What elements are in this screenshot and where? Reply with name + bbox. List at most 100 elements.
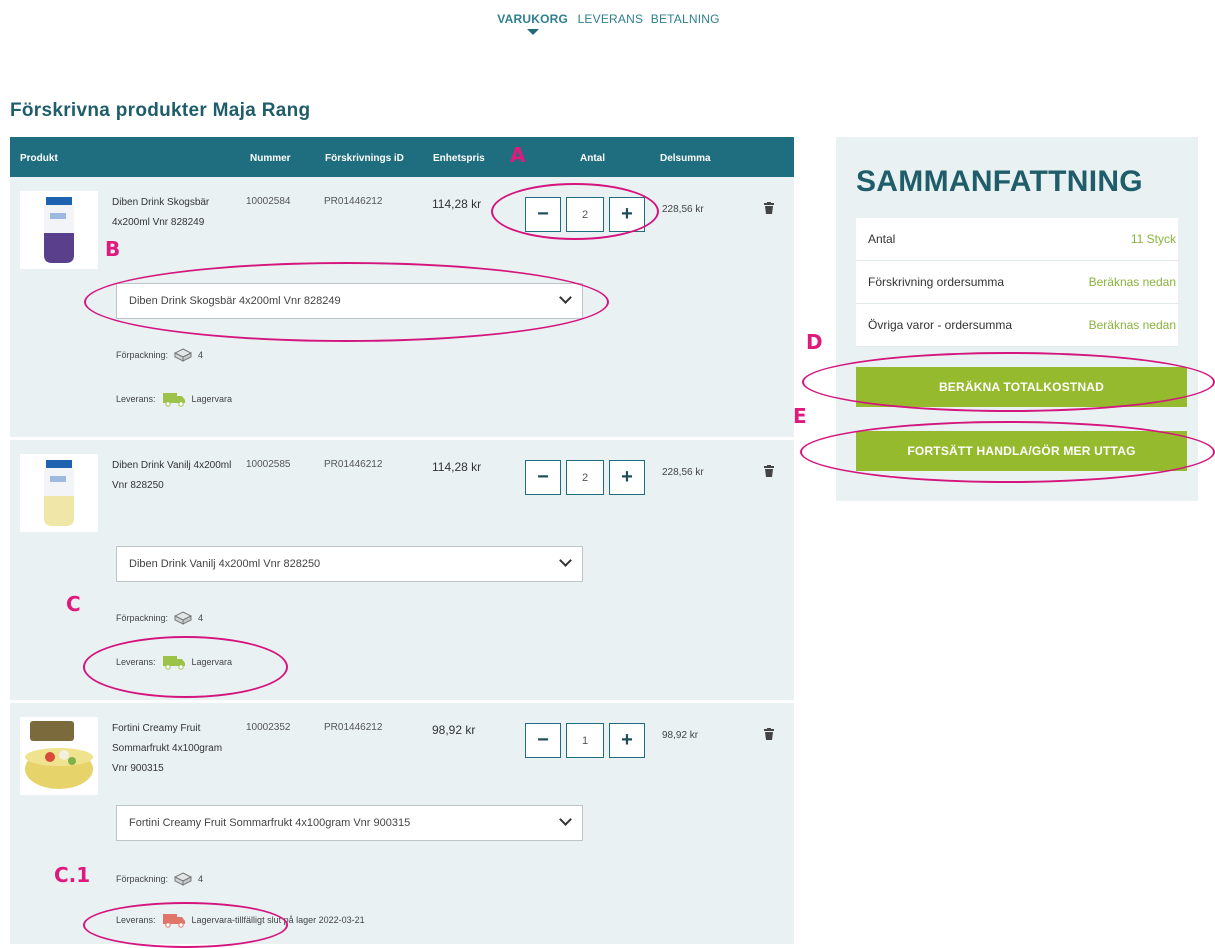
delivery-status: Lagervara-tillfälligt slut på lager 2022… [191, 915, 365, 925]
unit-price: 114,28 kr [432, 197, 482, 211]
delivery-truck-icon [162, 914, 185, 928]
subtotal: 228,56 kr [662, 204, 704, 215]
increase-button[interactable]: + [609, 723, 645, 758]
prescription-id: PR01446212 [324, 459, 383, 470]
header-prescription-id: Förskrivnings iD [325, 153, 404, 164]
delivery-truck-icon [162, 393, 185, 407]
summary-row: Övriga varor - ordersumma Beräknas nedan [856, 304, 1178, 347]
delivery-info: Leverans: Lagervara [116, 654, 232, 670]
summary-title: SAMMANFATTNING [856, 165, 1143, 198]
increase-button[interactable]: + [609, 197, 645, 232]
trash-icon[interactable] [764, 465, 774, 480]
annotation-c1: C.1 [54, 863, 91, 887]
table-row: Diben Drink Vanilj 4x200ml Vnr 828250 10… [10, 440, 794, 703]
package-icon [174, 348, 193, 362]
unit-price: 98,92 kr [432, 723, 476, 737]
package-icon [174, 872, 193, 886]
delivery-status: Lagervara [191, 657, 233, 667]
annotation-d: D [806, 330, 823, 354]
header-quantity: Antal [580, 153, 605, 164]
quantity-stepper: − 1 + [525, 723, 645, 758]
continue-shopping-button[interactable]: FORTSÄTT HANDLA/GÖR MER UTTAG [856, 431, 1187, 471]
annotation-e: E [793, 404, 807, 428]
quantity-stepper: − 2 + [525, 460, 645, 495]
chevron-down-icon [559, 813, 572, 826]
chevron-down-icon [559, 291, 572, 304]
packaging-info: Förpackning: 4 [116, 611, 203, 625]
quantity-input[interactable]: 1 [566, 723, 604, 758]
summary-row-label: Antal [868, 232, 896, 246]
table-row: Fortini Creamy Fruit Sommarfrukt 4x100gr… [10, 703, 794, 947]
variant-select-value: Diben Drink Vanilj 4x200ml Vnr 828250 [129, 558, 321, 570]
cart-table: Produkt Nummer Förskrivnings iD Enhetspr… [10, 137, 794, 947]
product-image [20, 717, 98, 795]
decrease-button[interactable]: − [525, 723, 561, 758]
delivery-label: Leverans: [116, 657, 156, 667]
packaging-label: Förpackning: [116, 874, 169, 884]
increase-button[interactable]: + [609, 460, 645, 495]
annotation-a: A [510, 143, 526, 167]
packaging-count: 4 [198, 874, 204, 884]
header-number: Nummer [250, 153, 291, 164]
summary-row-value: Beräknas nedan [1088, 318, 1176, 332]
summary-row-label: Förskrivning ordersumma [868, 275, 1005, 289]
step-payment[interactable]: BETALNING [651, 12, 720, 26]
step-cart[interactable]: VARUKORG [495, 12, 570, 35]
packaging-count: 4 [198, 350, 204, 360]
table-header: Produkt Nummer Förskrivnings iD Enhetspr… [10, 137, 794, 177]
packaging-label: Förpackning: [116, 613, 169, 623]
table-row: Diben Drink Skogsbär 4x200ml Vnr 828249 … [10, 177, 794, 440]
delivery-status: Lagervara [191, 394, 233, 404]
quantity-input[interactable]: 2 [566, 197, 604, 232]
variant-select[interactable]: Diben Drink Vanilj 4x200ml Vnr 828250 [116, 546, 583, 582]
variant-select-value: Diben Drink Skogsbär 4x200ml Vnr 828249 [129, 295, 341, 307]
quantity-input[interactable]: 2 [566, 460, 604, 495]
subtotal: 228,56 kr [662, 467, 704, 478]
header-unit-price: Enhetspris [433, 153, 485, 164]
prescription-id: PR01446212 [324, 722, 383, 733]
summary-row: Antal 11 Styck [856, 218, 1178, 261]
decrease-button[interactable]: − [525, 197, 561, 232]
calculate-total-button[interactable]: BERÄKNA TOTALKOSTNAD [856, 367, 1187, 407]
summary-row-value: Beräknas nedan [1088, 275, 1176, 289]
summary-table: Antal 11 Styck Förskrivning ordersumma Ber… [856, 218, 1178, 347]
annotation-b: B [105, 237, 121, 261]
product-number: 10002352 [246, 722, 291, 733]
trash-icon[interactable] [764, 728, 774, 743]
variant-select[interactable]: Fortini Creamy Fruit Sommarfrukt 4x100gr… [116, 805, 583, 841]
trash-icon[interactable] [764, 202, 774, 217]
checkout-steps: VARUKORG LEVERANS BETALNING [0, 12, 1215, 35]
step-delivery[interactable]: LEVERANS [578, 12, 644, 26]
header-product: Produkt [20, 153, 58, 164]
product-number: 10002585 [246, 459, 291, 470]
chevron-down-icon [559, 554, 572, 567]
delivery-label: Leverans: [116, 394, 156, 404]
summary-row: Förskrivning ordersumma Beräknas nedan [856, 261, 1178, 304]
product-name[interactable]: Diben Drink Vanilj 4x200ml Vnr 828250 [112, 456, 237, 496]
prescription-id: PR01446212 [324, 196, 383, 207]
delivery-truck-icon [162, 656, 185, 670]
product-name[interactable]: Diben Drink Skogsbär 4x200ml Vnr 828249 [112, 193, 237, 233]
annotation-c: C [66, 592, 81, 616]
page-title: Förskrivna produkter Maja Rang [10, 100, 311, 121]
summary-row-value: 11 Styck [1130, 232, 1176, 246]
variant-select-value: Fortini Creamy Fruit Sommarfrukt 4x100gr… [129, 817, 411, 829]
packaging-label: Förpackning: [116, 350, 169, 360]
packaging-info: Förpackning: 4 [116, 872, 203, 886]
product-name[interactable]: Fortini Creamy Fruit Sommarfrukt 4x100gr… [112, 719, 237, 779]
unit-price: 114,28 kr [432, 460, 482, 474]
packaging-count: 4 [198, 613, 204, 623]
active-step-caret-icon [526, 29, 539, 35]
decrease-button[interactable]: − [525, 460, 561, 495]
delivery-info: Leverans: Lagervara-tillfälligt slut på … [116, 912, 365, 928]
delivery-label: Leverans: [116, 915, 156, 925]
variant-select[interactable]: Diben Drink Skogsbär 4x200ml Vnr 828249 [116, 283, 583, 319]
product-image [20, 454, 98, 532]
subtotal: 98,92 kr [662, 730, 699, 741]
package-icon [174, 611, 193, 625]
order-summary: SAMMANFATTNING Antal 11 Styck Förskrivnin… [836, 137, 1198, 501]
delivery-info: Leverans: Lagervara [116, 391, 232, 407]
product-image [20, 191, 98, 269]
product-number: 10002584 [246, 196, 291, 207]
summary-row-label: Övriga varor - ordersumma [868, 318, 1013, 332]
